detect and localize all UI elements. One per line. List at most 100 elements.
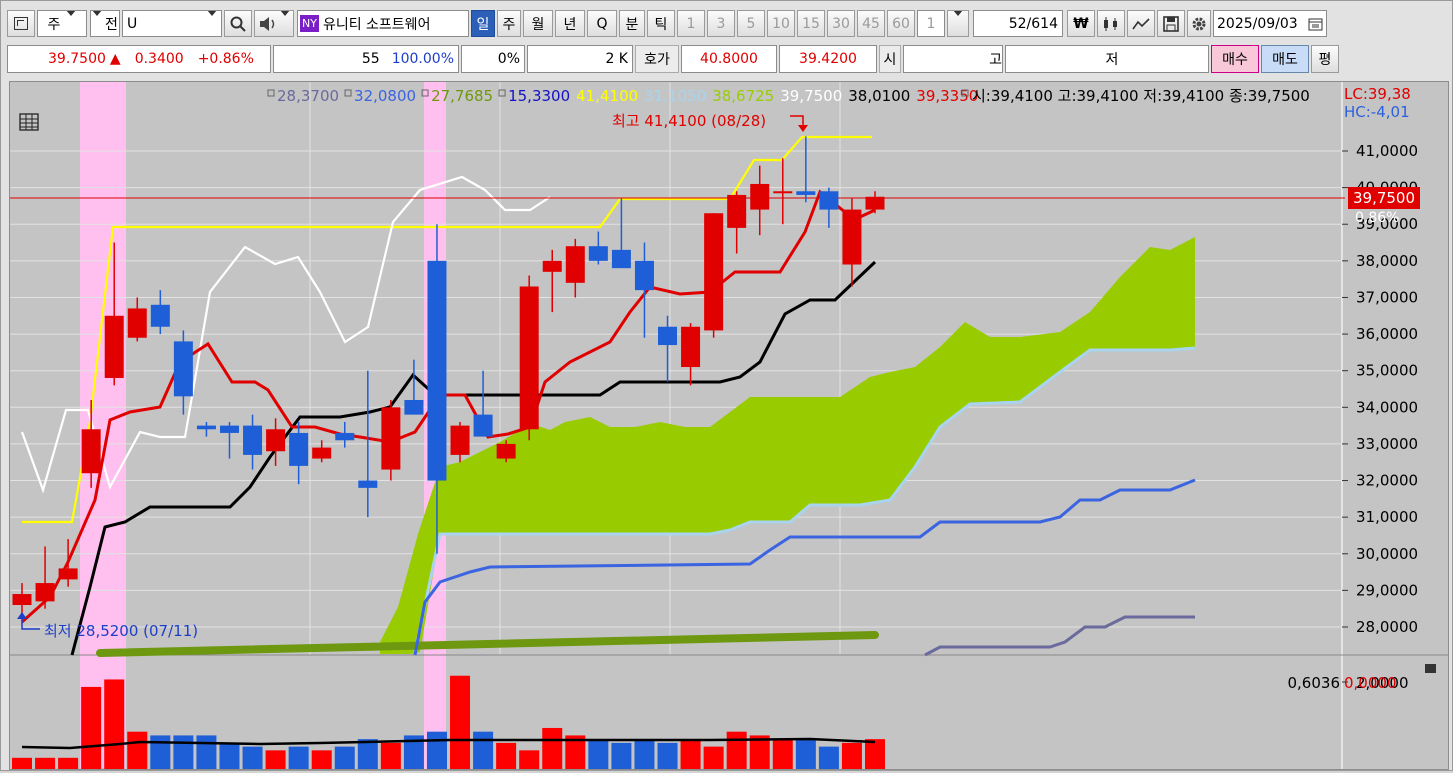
candle-body[interactable] xyxy=(219,425,239,433)
candle-body[interactable] xyxy=(381,407,401,470)
interval-3[interactable]: 3 xyxy=(707,10,735,37)
candle-icon xyxy=(1104,16,1117,31)
candle-body[interactable] xyxy=(127,308,147,338)
candle-body[interactable] xyxy=(35,583,55,602)
volume-bar xyxy=(311,750,332,769)
highlight-band xyxy=(80,82,126,769)
period-tick[interactable]: 틱 xyxy=(647,10,675,37)
buy-button[interactable]: 매수 xyxy=(1211,45,1259,73)
candle-body[interactable] xyxy=(173,341,193,397)
candle-body[interactable] xyxy=(12,594,32,606)
candle-body[interactable] xyxy=(588,246,608,261)
candle-button[interactable] xyxy=(1097,10,1125,37)
interval-5[interactable]: 5 xyxy=(737,10,765,37)
save-button[interactable] xyxy=(1157,10,1185,37)
candle-body[interactable] xyxy=(611,249,631,269)
stock-name-field[interactable]: NY 유니티 소프트웨어 xyxy=(297,10,469,37)
calendar-icon[interactable] xyxy=(1308,17,1323,31)
candle-body[interactable] xyxy=(266,429,286,452)
candle-body[interactable] xyxy=(519,286,539,430)
volume-bar xyxy=(611,742,632,769)
line-tool-button[interactable] xyxy=(1127,10,1155,37)
candle-body[interactable] xyxy=(750,183,770,210)
type-select[interactable]: 주 xyxy=(37,10,87,37)
prev-select[interactable]: 전 xyxy=(90,10,120,37)
candle-body[interactable] xyxy=(565,246,585,283)
search-button[interactable] xyxy=(224,10,252,37)
interval-45[interactable]: 45 xyxy=(857,10,885,37)
candle-body[interactable] xyxy=(773,191,793,194)
candlestick-chart[interactable]: 41,000040,000039,000038,000037,000036,00… xyxy=(10,82,1448,770)
period-quarter[interactable]: Q xyxy=(587,10,617,37)
candle-body[interactable] xyxy=(104,315,124,379)
interval-1[interactable]: 1 xyxy=(677,10,705,37)
price-tick-label: 41,0000 xyxy=(1356,142,1418,160)
price-tick-label: 36,0000 xyxy=(1356,325,1418,343)
volume-bar xyxy=(380,742,401,769)
currency-button[interactable]: ₩ xyxy=(1067,10,1095,37)
price-tick-label: 38,0000 xyxy=(1356,252,1418,270)
candle-body[interactable] xyxy=(335,432,355,441)
chart-panel[interactable]: 41,000040,000039,000038,000037,000036,00… xyxy=(9,81,1449,770)
candle-body[interactable] xyxy=(427,260,447,481)
candle-body[interactable] xyxy=(819,191,839,210)
sound-button[interactable] xyxy=(254,10,294,37)
purple-indicator-line xyxy=(924,615,1195,657)
up-arrow-icon: ▲ xyxy=(109,51,121,67)
candle-body[interactable] xyxy=(58,568,78,580)
candle-body[interactable] xyxy=(796,191,816,195)
candle-body[interactable] xyxy=(658,326,678,346)
low-arrow-head xyxy=(17,612,27,619)
candle-body[interactable] xyxy=(865,196,885,210)
low-label: 저 xyxy=(1005,45,1209,73)
candle-body[interactable] xyxy=(727,194,747,228)
panel-close-icon[interactable] xyxy=(1425,664,1436,673)
volume-bar xyxy=(104,679,125,769)
symbol-input[interactable]: U xyxy=(122,10,222,37)
candle-body[interactable] xyxy=(81,429,101,474)
candle-body[interactable] xyxy=(542,260,562,272)
ohlc-legend: 시:39,4100 고:39,4100 저:39,4100 종:39,7500 xyxy=(972,87,1310,105)
candle-body[interactable] xyxy=(312,447,332,459)
candle-body[interactable] xyxy=(450,425,470,455)
average-button[interactable]: 평 xyxy=(1311,45,1339,73)
open-label: 시 xyxy=(879,45,901,73)
hoga-bid: 39.4200 xyxy=(779,45,877,73)
interval-10[interactable]: 10 xyxy=(767,10,795,37)
candle-body[interactable] xyxy=(681,326,701,368)
interval-60[interactable]: 60 xyxy=(887,10,915,37)
period-day[interactable]: 일 xyxy=(471,10,495,37)
candle-body[interactable] xyxy=(496,443,516,459)
layout-icon[interactable] xyxy=(7,10,35,37)
current-price-badge-text: 39,7500 xyxy=(1353,189,1415,207)
volume-bar xyxy=(657,742,678,769)
hoga-ask: 40.8000 xyxy=(681,45,777,73)
prev-select-label: 전 xyxy=(105,16,118,33)
candle-body[interactable] xyxy=(289,432,309,466)
period-minute[interactable]: 분 xyxy=(619,10,645,37)
candle-body[interactable] xyxy=(473,414,493,437)
period-year[interactable]: 년 xyxy=(555,10,585,37)
interval-30[interactable]: 30 xyxy=(827,10,855,37)
search-icon xyxy=(230,16,246,32)
candle-body[interactable] xyxy=(358,480,378,488)
candle-body[interactable] xyxy=(150,304,170,327)
table-icon[interactable] xyxy=(19,113,39,131)
candle-body[interactable] xyxy=(842,209,862,265)
settings-button[interactable] xyxy=(1187,10,1211,37)
count-field[interactable]: 52/614 xyxy=(973,10,1063,37)
type-select-value: 주 xyxy=(47,16,61,33)
sell-button[interactable]: 매도 xyxy=(1261,45,1309,73)
period-month[interactable]: 월 xyxy=(523,10,553,37)
candle-body[interactable] xyxy=(404,399,424,415)
candle-body[interactable] xyxy=(704,213,724,331)
candle-body[interactable] xyxy=(196,425,216,430)
candle-body[interactable] xyxy=(243,425,263,455)
interval-15[interactable]: 15 xyxy=(797,10,825,37)
candle-body[interactable] xyxy=(634,260,654,291)
period-week[interactable]: 주 xyxy=(497,10,521,37)
interval-custom-input[interactable]: 1 xyxy=(917,10,945,37)
interval-dropdown[interactable] xyxy=(947,10,969,37)
date-field[interactable]: 2025/09/03 xyxy=(1213,10,1327,37)
stock-name: 유니티 소프트웨어 xyxy=(322,16,431,33)
